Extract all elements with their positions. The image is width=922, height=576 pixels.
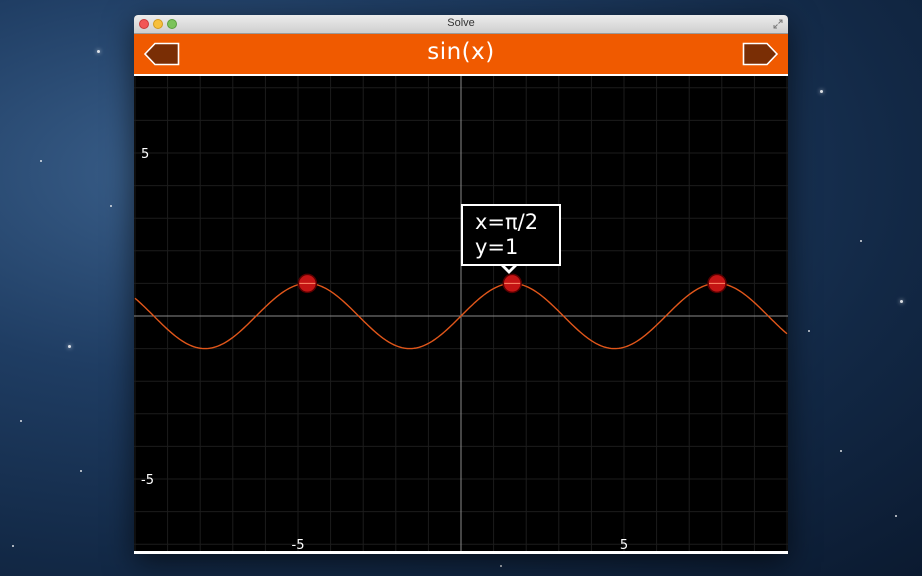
tooltip-x-value: x=π/2 <box>475 210 539 234</box>
function-toolbar: sin(x) <box>134 34 788 76</box>
extremum-point[interactable] <box>502 273 522 294</box>
star <box>12 545 14 547</box>
graph-svg[interactable]: 5-5-5 5 <box>134 76 788 554</box>
y-tick-label: -5 <box>141 473 154 488</box>
extremum-point[interactable] <box>297 273 318 294</box>
star <box>808 330 810 332</box>
tooltip-y-value: y=1 <box>475 235 519 259</box>
star <box>110 205 112 207</box>
fullscreen-icon[interactable] <box>773 19 783 29</box>
star <box>80 470 82 472</box>
y-tick-label: 5 <box>141 147 149 162</box>
star <box>68 345 71 348</box>
solve-window: Solve sin(x) 5 -5 -5 5 x=π/2 y=1 <box>134 15 788 554</box>
point-tooltip: x=π/2 y=1 <box>461 204 561 266</box>
star <box>820 90 823 93</box>
star <box>900 300 903 303</box>
star <box>97 50 100 53</box>
window-title: Solve <box>447 17 475 29</box>
function-title[interactable]: sin(x) <box>134 39 788 65</box>
title-bar[interactable]: Solve <box>134 15 788 34</box>
star <box>895 515 897 517</box>
star <box>20 420 22 422</box>
star <box>860 240 862 242</box>
bottom-edge <box>134 551 788 554</box>
axes <box>134 76 788 554</box>
extremum-point[interactable] <box>707 273 727 294</box>
star <box>500 565 502 567</box>
star <box>40 160 42 162</box>
star <box>840 450 842 452</box>
right-arrow-icon[interactable] <box>742 42 778 66</box>
graph-canvas[interactable]: 5 -5 -5 5 <box>134 76 788 554</box>
